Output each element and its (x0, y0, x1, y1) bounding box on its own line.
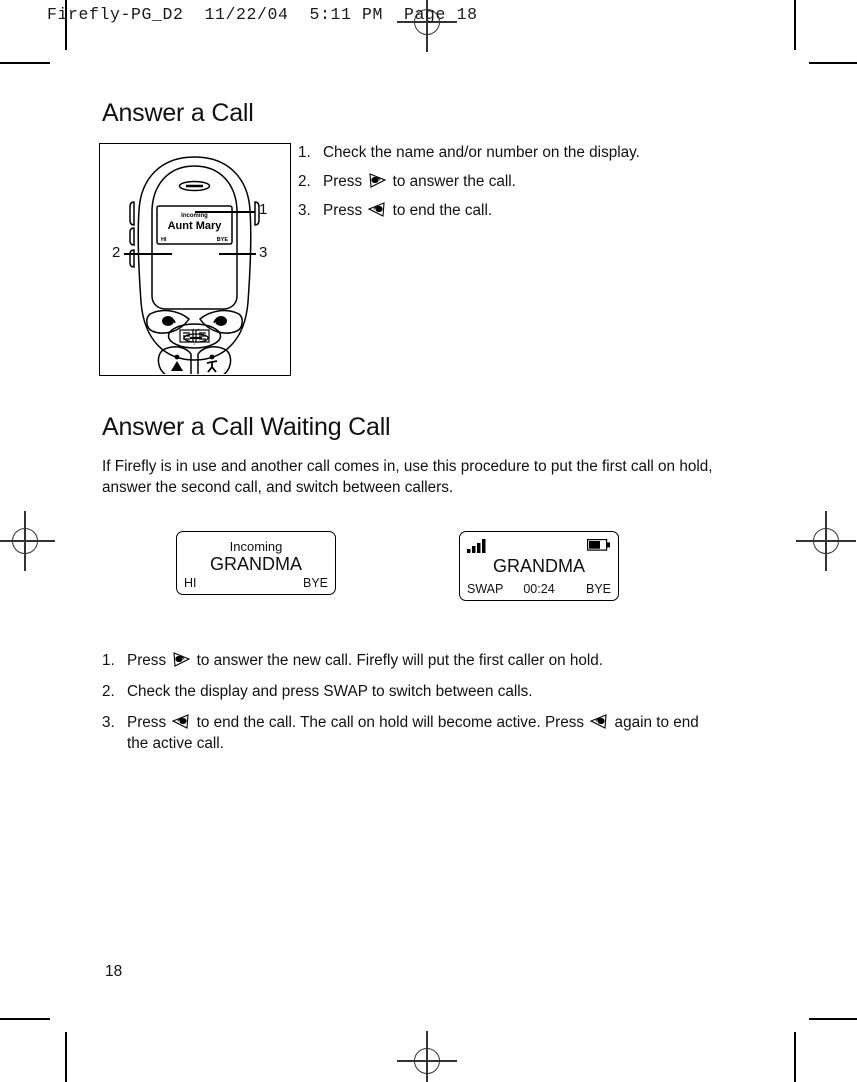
phone-display-softkey-right: BYE (217, 237, 229, 243)
callout-label-2: 2 (112, 244, 121, 261)
lcd-softkey-left: HI (184, 576, 197, 590)
section-title-answer-a-call: Answer a Call (102, 99, 254, 127)
step-text: Press (127, 714, 171, 731)
phone-end-key-glyph (213, 316, 227, 326)
step-item: 1. Check the name and/or number on the d… (298, 142, 718, 163)
lcd-caller-name: GRANDMA (209, 554, 302, 574)
steps-answer-a-call-waiting-call: 1. Press to answer the new call. Firefly… (102, 650, 722, 764)
lcd-caller-name: GRANDMA (492, 556, 585, 576)
phone-display-content: Incoming Aunt Mary HI BYE (161, 213, 228, 243)
callout-label-1: 1 (259, 201, 268, 218)
step-text-after: to end the call. (388, 202, 493, 219)
answer-call-key-icon (171, 651, 191, 668)
call-waiting-intro-paragraph: If Firefly is in use and another call co… (102, 458, 713, 497)
step-number: 1. (102, 652, 115, 669)
signal-strength-icon (467, 539, 486, 553)
step-text: Press (323, 202, 367, 219)
callout-leader-line-2 (124, 253, 172, 255)
step-number: 1. (298, 144, 311, 161)
active-call-screen: GRANDMA SWAP 00:24 BYE (459, 531, 619, 601)
step-item: 3. Press to end the call. (298, 200, 718, 221)
end-call-key-icon (367, 201, 387, 218)
crop-mark-top-right-horizontal (809, 62, 857, 64)
crop-mark-bottom-left-vertical (65, 1032, 67, 1082)
incoming-call-screen: Incoming GRANDMA HI BYE (176, 531, 336, 595)
step-text: Check the display and press SWAP to swit… (127, 683, 533, 700)
phone-mom-key-glyph (171, 354, 183, 371)
registration-mark-bottom-center (397, 1031, 457, 1082)
end-call-key-icon (171, 713, 191, 730)
crop-mark-bottom-right-vertical (794, 1032, 796, 1082)
step-text: Check the name and/or number on the disp… (323, 144, 640, 161)
step-item: 2. Check the display and press SWAP to s… (102, 681, 722, 702)
running-header: Firefly-PG_D2 11/22/04 5:11 PM Page 18 (47, 5, 478, 24)
section-title-answer-a-call-waiting-call: Answer a Call Waiting Call (102, 413, 391, 441)
steps-answer-a-call: 1. Check the name and/or number on the d… (298, 142, 718, 229)
callout-label-3: 3 (259, 244, 268, 261)
step-number: 3. (298, 202, 311, 219)
step-text-after: to end the call. The call on hold will b… (192, 714, 589, 731)
step-text-after: to answer the new call. Firefly will put… (192, 652, 604, 669)
callout-leader-line-3 (219, 253, 256, 255)
step-number: 3. (102, 714, 115, 731)
page-number-folio: 18 (105, 963, 123, 980)
crop-mark-bottom-left-horizontal (0, 1018, 50, 1020)
step-item: 3. Press to end the call. The call on ho… (102, 712, 722, 754)
crop-mark-top-left-horizontal (0, 62, 50, 64)
step-item: 2. Press to answer the call. (298, 171, 718, 192)
step-number: 2. (298, 173, 311, 190)
phone-display-softkey-left: HI (161, 237, 167, 243)
lcd-line-top: Incoming (229, 539, 283, 554)
lcd-softkey-right: BYE (302, 576, 328, 590)
phone-dad-key-glyph (206, 354, 218, 373)
step-item: 1. Press to answer the new call. Firefly… (102, 650, 722, 671)
crop-mark-top-right-vertical (794, 0, 796, 50)
step-text: Press (323, 173, 367, 190)
lcd-softkey-right: BYE (585, 582, 611, 596)
manual-page: Firefly-PG_D2 11/22/04 5:11 PM Page 18 A… (0, 0, 857, 1082)
callout-leader-line-1 (195, 211, 255, 213)
crop-mark-bottom-right-horizontal (809, 1018, 857, 1020)
step-text: Press (127, 652, 171, 669)
phone-speaker-slot (183, 333, 209, 343)
phone-display-caller-name: Aunt Mary (168, 220, 223, 232)
registration-mark-right-middle (796, 511, 856, 571)
phone-answer-key-glyph (162, 316, 176, 326)
answer-call-key-icon (367, 172, 387, 189)
registration-mark-left-middle (0, 511, 55, 571)
end-call-key-icon (589, 713, 609, 730)
step-text-after: to answer the call. (388, 173, 516, 190)
battery-icon (587, 539, 610, 551)
phone-display-line-top: Incoming (181, 213, 208, 219)
step-number: 2. (102, 683, 115, 700)
